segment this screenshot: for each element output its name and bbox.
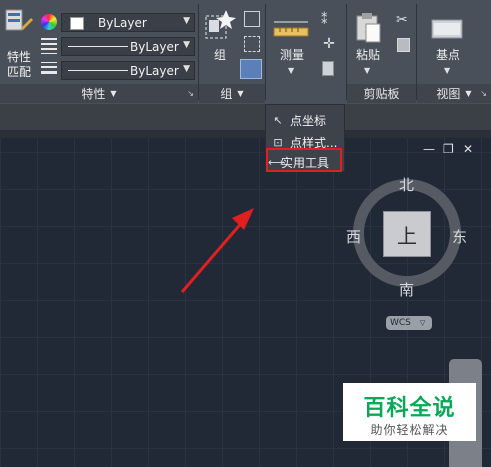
groups-panel-title-bar[interactable]: 组 ▼ — [199, 84, 265, 103]
properties-panel-title: 特性 — [81, 87, 106, 101]
match-properties-button[interactable]: 特性 匹配 — [2, 6, 36, 82]
linetype-preview — [68, 46, 128, 47]
group-button[interactable]: 组 — [202, 8, 238, 68]
color-swatch — [70, 17, 84, 30]
menu-item-point-coordinate[interactable]: ↖ 点坐标 — [270, 110, 326, 130]
calculator-icon[interactable] — [322, 61, 334, 76]
color-value: ByLayer — [98, 16, 147, 30]
copy-icon[interactable] — [397, 38, 410, 52]
dialog-launcher-icon[interactable]: ↘ — [187, 89, 194, 98]
chevron-down-icon: ▼ — [183, 40, 190, 50]
group-label: 组 — [213, 48, 226, 62]
point-coordinate-icon: ↖ — [273, 113, 283, 127]
groups-panel-title: 组 — [220, 87, 233, 101]
id-point-icon[interactable]: ✛ — [321, 36, 337, 52]
close-icon[interactable]: ✕ — [463, 142, 473, 156]
chevron-down-icon: ▼ — [110, 89, 117, 98]
measure-button[interactable]: 测量 ▼ — [270, 10, 314, 80]
ribbon: 特性 匹配 ByLayer ▼ ByLayer ▼ ByLayer ▼ 特性 ▼… — [0, 0, 491, 105]
chevron-down-icon: ▼ — [364, 66, 371, 75]
group-selection-toggle-icon[interactable] — [240, 59, 262, 79]
menu-item-label: 点坐标 — [290, 113, 327, 128]
red-highlight-box — [266, 148, 342, 172]
watermark-subtitle: 助你轻松解决 — [370, 423, 449, 437]
restore-icon[interactable]: ❐ — [443, 142, 454, 156]
color-wheel-icon[interactable] — [41, 14, 57, 30]
compass-west[interactable]: 西 — [346, 226, 361, 247]
match-properties-icon — [5, 9, 33, 31]
ribbon-lower-strip — [0, 104, 491, 130]
lineweight-icon[interactable] — [41, 62, 57, 78]
linetype-icon[interactable] — [41, 38, 57, 54]
properties-panel-title-bar[interactable]: 特性 ▼ ↘ — [0, 84, 198, 103]
paste-clipboard-icon — [356, 13, 381, 43]
measure-ruler-icon — [273, 21, 309, 37]
measure-label: 测量 — [279, 48, 304, 62]
chevron-down-icon: ▼ — [183, 16, 190, 26]
watermark-logo: 百科全说 助你轻松解决 — [343, 383, 476, 441]
panel-divider — [265, 4, 266, 100]
point-style-icon: ⊡ — [273, 135, 283, 149]
lineweight-preview — [68, 70, 128, 71]
chevron-down-icon: ▼ — [288, 66, 295, 75]
clipboard-panel-title-bar[interactable]: 剪贴板 — [347, 84, 416, 103]
compass-south[interactable]: 南 — [399, 279, 414, 300]
group-icon — [205, 10, 236, 39]
lineweight-value: ByLayer — [130, 64, 179, 78]
compass-east[interactable]: 东 — [452, 226, 467, 247]
basepoint-label: 基点 — [435, 48, 460, 62]
chevron-down-icon: ▽ — [419, 319, 426, 327]
match-properties-label-line1: 特性 — [6, 50, 31, 64]
chevron-down-icon: ▼ — [465, 89, 472, 98]
quick-select-icon[interactable]: ⁑ — [321, 13, 337, 29]
wcs-menu-button[interactable]: WCS ▽ — [386, 316, 432, 330]
basepoint-icon — [431, 19, 463, 39]
clipboard-panel-title: 剪贴板 — [363, 87, 400, 101]
color-dropdown[interactable]: ByLayer ▼ — [61, 13, 195, 32]
watermark-title: 百科全说 — [363, 396, 456, 421]
view-panel-title-bar[interactable]: 视图 ▼ ↘ — [417, 84, 491, 103]
cut-scissors-icon[interactable]: ✂ — [396, 12, 408, 28]
minimize-icon[interactable]: — — [423, 142, 435, 156]
chevron-down-icon: ▼ — [237, 89, 244, 98]
chevron-down-icon: ▼ — [183, 64, 190, 74]
match-properties-label-line2: 匹配 — [6, 65, 31, 79]
viewcube-face-label: 上 — [397, 223, 417, 248]
lineweight-dropdown[interactable]: ByLayer ▼ — [61, 61, 195, 80]
viewcube-face-top[interactable]: 上 — [383, 211, 431, 257]
basepoint-button[interactable]: 基点 ▼ — [422, 10, 474, 80]
dialog-launcher-icon[interactable]: ↘ — [480, 89, 487, 98]
file-tab-strip — [0, 130, 491, 138]
paste-label: 粘贴 — [355, 48, 380, 62]
compass-north[interactable]: 北 — [399, 174, 414, 195]
paste-button[interactable]: 粘贴 ▼ — [350, 10, 386, 80]
wcs-label: WCS — [390, 318, 411, 328]
group-select-icon[interactable] — [244, 36, 260, 52]
linetype-dropdown[interactable]: ByLayer ▼ — [61, 37, 195, 56]
group-edit-icon[interactable] — [244, 11, 260, 27]
linetype-value: ByLayer — [130, 40, 179, 54]
view-panel-title: 视图 — [436, 87, 461, 101]
chevron-down-icon: ▼ — [444, 66, 451, 75]
